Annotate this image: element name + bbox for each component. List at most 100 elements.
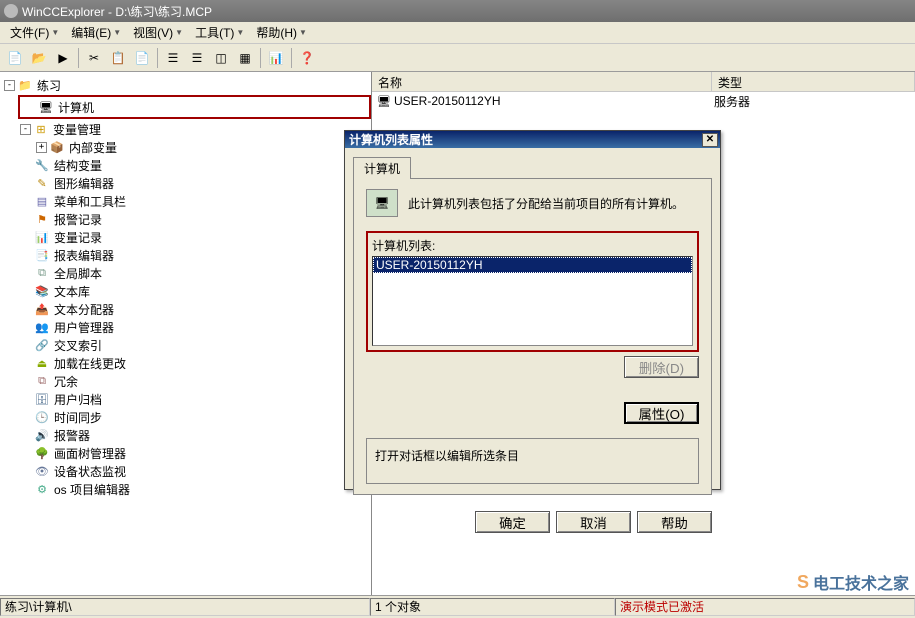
tab-computer[interactable]: 计算机: [353, 157, 411, 179]
list-item[interactable]: USER-20150112YH: [373, 257, 692, 273]
dialog-title: 计算机列表属性: [349, 131, 433, 148]
title-text: WinCCExplorer - D:\练习\练习.MCP: [22, 3, 212, 20]
redund-icon: ⧉: [34, 374, 50, 388]
tree-redund[interactable]: 冗余: [52, 373, 80, 390]
info-text: 此计算机列表包括了分配给当前项目的所有计算机。: [408, 195, 684, 212]
oseditor-icon: ⚙: [34, 482, 50, 496]
tree-internal[interactable]: 内部变量: [67, 139, 119, 156]
menu-file[interactable]: 文件(F)▼: [4, 22, 65, 43]
cancel-button[interactable]: 取消: [556, 511, 631, 533]
tool-list-icon[interactable]: ☰: [162, 47, 184, 69]
menu-tools[interactable]: 工具(T)▼: [189, 22, 250, 43]
properties-button[interactable]: 属性(O): [624, 402, 699, 424]
tree-timesync[interactable]: 时间同步: [52, 409, 104, 426]
varmgmt-icon: ⊞: [33, 122, 49, 136]
devstatus-icon: 👁: [34, 464, 50, 478]
computer-list-box[interactable]: USER-20150112YH: [372, 256, 693, 346]
menutb-icon: ▤: [34, 194, 50, 208]
timesync-icon: 🕒: [34, 410, 50, 424]
horn-icon: 🔊: [34, 428, 50, 442]
menu-view[interactable]: 视图(V)▼: [127, 22, 189, 43]
tree-devstatus[interactable]: 设备状态监视: [52, 463, 128, 480]
tool-paste-icon[interactable]: 📄: [131, 47, 153, 69]
status-bar: 练习\计算机\ 1 个对象 演示模式已激活: [0, 595, 915, 617]
struct-icon: 🔧: [34, 158, 50, 172]
delete-button[interactable]: 删除(D): [624, 356, 699, 378]
status-count: 1 个对象: [370, 598, 615, 616]
tree-struct[interactable]: 结构变量: [52, 157, 104, 174]
hint-box: 打开对话框以编辑所选条目: [366, 438, 699, 484]
watermark: S 电工技术之家: [797, 570, 909, 594]
xref-icon: 🔗: [34, 338, 50, 352]
gfx-icon: ✎: [34, 176, 50, 190]
project-icon: 📁: [17, 78, 33, 92]
tree-report[interactable]: 报表编辑器: [52, 247, 116, 264]
col-name[interactable]: 名称: [372, 72, 712, 91]
loadonline-icon: ⏏: [34, 356, 50, 370]
list-label: 计算机列表:: [372, 237, 693, 254]
computer-list-dialog: 计算机列表属性 ✕ 计算机 🖥 此计算机列表包括了分配给当前项目的所有计算机。 …: [344, 130, 721, 490]
status-path: 练习\计算机\: [0, 598, 370, 616]
tree-textdist[interactable]: 文本分配器: [52, 301, 116, 318]
computer-icon: 🖥: [376, 94, 392, 108]
tree-textlib[interactable]: 文本库: [52, 283, 92, 300]
list-header: 名称 类型: [372, 72, 915, 92]
tree-horn[interactable]: 报警器: [52, 427, 92, 444]
tree-varlog[interactable]: 变量记录: [52, 229, 104, 246]
tool-open-icon[interactable]: 📂: [28, 47, 50, 69]
tool-copy-icon[interactable]: 📋: [107, 47, 129, 69]
tree-screentree[interactable]: 画面树管理器: [52, 445, 128, 462]
textlib-icon: 📚: [34, 284, 50, 298]
status-mode: 演示模式已激活: [615, 598, 915, 616]
tool-cut-icon[interactable]: ✂: [83, 47, 105, 69]
computer-list-icon: 🖥: [366, 189, 398, 217]
tree-view[interactable]: -📁练习 🖥计算机 -⊞变量管理 +📦内部变量 🔧结构变量 ✎图形编辑器 ▤菜单…: [0, 72, 372, 595]
userarch-icon: 🗄: [34, 392, 50, 406]
dialog-title-bar[interactable]: 计算机列表属性 ✕: [345, 131, 720, 148]
tool-props-icon[interactable]: 📊: [265, 47, 287, 69]
tool-list2-icon[interactable]: ☰: [186, 47, 208, 69]
tree-alarmlog[interactable]: 报警记录: [52, 211, 104, 228]
menu-bar: 文件(F)▼ 编辑(E)▼ 视图(V)▼ 工具(T)▼ 帮助(H)▼: [0, 22, 915, 44]
tree-toggle[interactable]: -: [20, 124, 31, 135]
tool-icons-icon[interactable]: ◫: [210, 47, 232, 69]
app-icon: [4, 4, 18, 18]
tree-toggle[interactable]: +: [36, 142, 47, 153]
ok-button[interactable]: 确定: [475, 511, 550, 533]
watermark-text: 电工技术之家: [813, 570, 909, 594]
computer-icon: 🖥: [38, 100, 54, 114]
report-icon: 📑: [34, 248, 50, 262]
toolbar: 📄 📂 ▶ ✂ 📋 📄 ☰ ☰ ◫ ▦ 📊 ❓: [0, 44, 915, 72]
help-button[interactable]: 帮助: [637, 511, 712, 533]
varlog-icon: 📊: [34, 230, 50, 244]
script-icon: ⧉: [34, 266, 50, 280]
tree-loadonline[interactable]: 加载在线更改: [52, 355, 128, 372]
tool-new-icon[interactable]: 📄: [4, 47, 26, 69]
tool-help-icon[interactable]: ❓: [296, 47, 318, 69]
menu-edit[interactable]: 编辑(E)▼: [65, 22, 127, 43]
tree-oseditor[interactable]: os 项目编辑器: [52, 481, 132, 498]
menu-help[interactable]: 帮助(H)▼: [250, 22, 313, 43]
textdist-icon: 📤: [34, 302, 50, 316]
usermgr-icon: 👥: [34, 320, 50, 334]
tool-play-icon[interactable]: ▶: [52, 47, 74, 69]
screentree-icon: 🌳: [34, 446, 50, 460]
tree-script[interactable]: 全局脚本: [52, 265, 104, 282]
tree-usermgr[interactable]: 用户管理器: [52, 319, 116, 336]
tree-menutb[interactable]: 菜单和工具栏: [52, 193, 128, 210]
tree-root[interactable]: 练习: [35, 77, 63, 94]
col-type[interactable]: 类型: [712, 72, 915, 91]
tree-userarch[interactable]: 用户归档: [52, 391, 104, 408]
tree-xref[interactable]: 交叉索引: [52, 337, 104, 354]
tree-toggle[interactable]: -: [4, 80, 15, 91]
tree-gfx[interactable]: 图形编辑器: [52, 175, 116, 192]
watermark-logo-icon: S: [797, 572, 809, 593]
list-row-name: USER-20150112YH: [394, 94, 714, 108]
list-row[interactable]: 🖥 USER-20150112YH 服务器: [372, 92, 915, 110]
tree-computer[interactable]: 计算机: [56, 99, 96, 116]
tree-varmgmt[interactable]: 变量管理: [51, 121, 103, 138]
tool-details-icon[interactable]: ▦: [234, 47, 256, 69]
close-icon[interactable]: ✕: [702, 133, 718, 147]
title-bar: WinCCExplorer - D:\练习\练习.MCP: [0, 0, 915, 22]
list-row-type: 服务器: [714, 93, 750, 110]
